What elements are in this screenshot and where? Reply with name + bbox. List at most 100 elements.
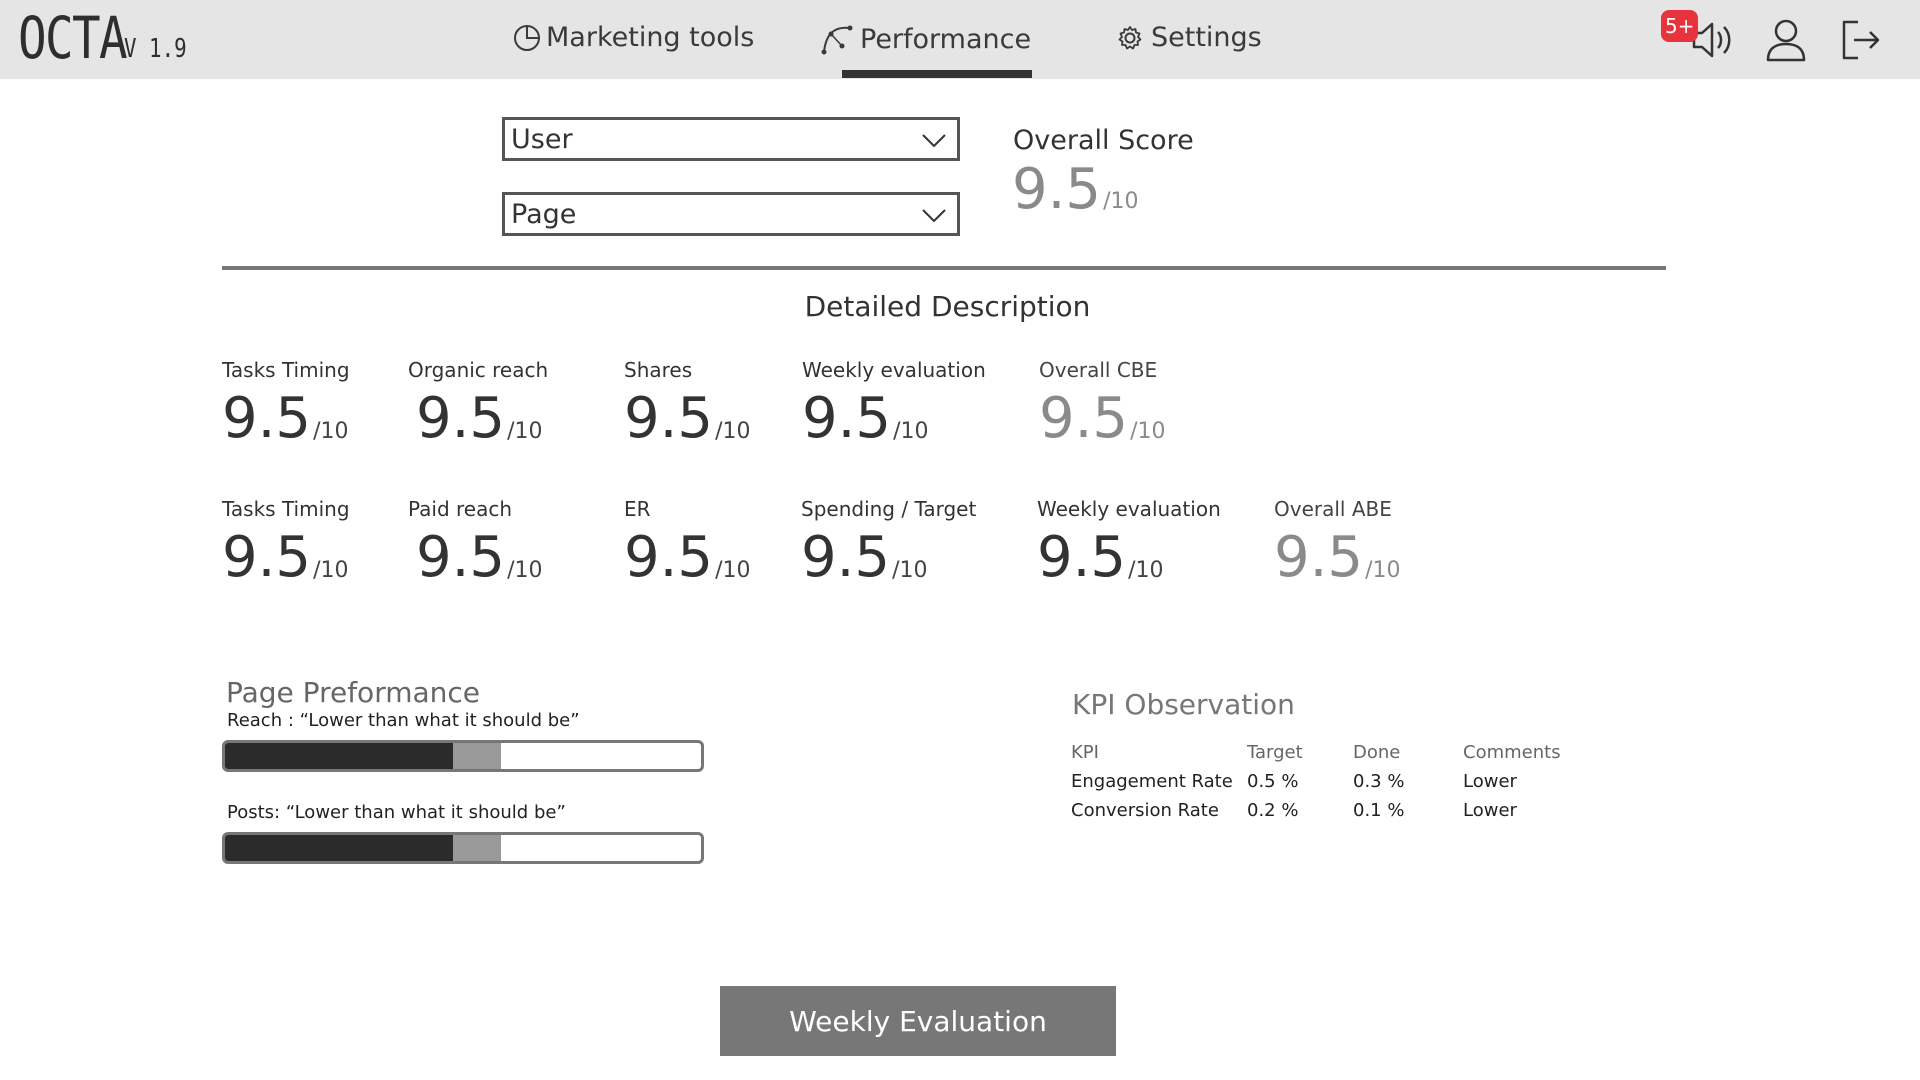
metric-unit: /10 [893,419,929,444]
metric-value: 9.5 [222,525,312,590]
notification-badge[interactable]: 5+ [1661,10,1699,42]
metric-value: 9.5 [1037,525,1127,590]
kpi-cell: 0.3 % [1353,771,1405,792]
page-select-value: Page [511,198,577,230]
kpi-header-cell: Comments [1463,742,1561,763]
nav-performance[interactable]: Performance [820,22,1031,56]
kpi-cell: 0.1 % [1353,800,1405,821]
metric-tasks-timing: Tasks Timing 9.5/10 [222,358,350,448]
kpi-cell: Lower [1463,800,1517,821]
posts-bar-label: Posts: “Lower than what it should be” [227,802,566,823]
chevron-down-icon [922,209,946,223]
nav-active-indicator [842,70,1032,78]
table-row: Conversion Rate 0.2 % 0.1 % Lower [1071,796,1583,825]
progress-fill [225,743,454,769]
kpi-cell: Lower [1463,771,1517,792]
metric-value: 9.5 [416,386,506,451]
curve-tool-icon [821,25,853,55]
metric-unit: /10 [313,419,349,444]
metric-er: ER 9.5/10 [624,497,750,587]
user-icon[interactable] [1764,16,1808,68]
metric-shares: Shares 9.5/10 [624,358,750,448]
metric-unit: /10 [1365,558,1401,583]
posts-progress-bar [222,832,704,864]
metric-label: Organic reach [408,358,549,382]
metric-overall-abe: Overall ABE 9.5/10 [1274,497,1400,587]
kpi-header-cell: Target [1247,742,1303,763]
kpi-header-cell: Done [1353,742,1401,763]
metric-value: 9.5 [801,525,891,590]
metric-label: Weekly evaluation [802,358,986,382]
reach-progress-bar [222,740,704,772]
metric-unit: /10 [715,419,751,444]
kpi-cell: Engagement Rate [1071,771,1233,792]
gear-icon [1118,25,1142,49]
kpi-cell: 0.5 % [1247,771,1299,792]
kpi-cell: 0.2 % [1247,800,1299,821]
top-bar: OCTA V 1.9 Marketing tools Performance S… [0,0,1920,79]
app-logo: OCTA V 1.9 [18,8,202,68]
chevron-down-icon [922,134,946,148]
metric-weekly-evaluation-2: Weekly evaluation 9.5/10 [1037,497,1221,587]
page-select[interactable]: Page [502,192,960,236]
metric-overall-cbe: Overall CBE 9.5/10 [1039,358,1165,448]
metric-value: 9.5 [1274,525,1364,590]
metric-label: Tasks Timing [222,358,350,382]
metric-tasks-timing-2: Tasks Timing 9.5/10 [222,497,350,587]
progress-secondary-fill [453,835,502,861]
metric-weekly-evaluation: Weekly evaluation 9.5/10 [802,358,986,448]
metric-unit: /10 [892,558,928,583]
section-divider [222,266,1666,270]
page-performance-title: Page Preformance [226,676,481,709]
metric-unit: /10 [507,419,543,444]
metric-label: Overall ABE [1274,497,1392,521]
logout-icon[interactable] [1838,16,1882,68]
metric-paid-reach: Paid reach 9.5/10 [408,497,542,587]
nav-settings[interactable]: Settings [1113,22,1262,53]
app-version: V 1.9 [123,34,187,64]
overall-score-value: 9.5 [1012,157,1102,222]
progress-fill [225,835,454,861]
app-name: OCTA [18,4,128,72]
kpi-table: KPI Target Done Comments Engagement Rate… [1071,738,1583,825]
kpi-observation-title: KPI Observation [1072,688,1295,721]
pie-chart-icon [514,24,540,51]
kpi-cell: Conversion Rate [1071,800,1219,821]
nav-marketing-label: Marketing tools [546,22,755,53]
metric-unit: /10 [715,558,751,583]
metric-label: Weekly evaluation [1037,497,1221,521]
metric-unit: /10 [1130,419,1166,444]
metric-spending-target: Spending / Target 9.5/10 [801,497,976,587]
nav-performance-label: Performance [860,23,1032,55]
overall-score: 9.5 /10 [1012,160,1138,220]
nav-marketing-tools[interactable]: Marketing tools [512,22,754,53]
metric-value: 9.5 [222,386,312,451]
weekly-evaluation-button[interactable]: Weekly Evaluation [720,986,1116,1056]
metric-value: 9.5 [624,525,714,590]
overall-score-unit: /10 [1103,189,1139,214]
metric-value: 9.5 [1039,386,1129,451]
metric-label: Overall CBE [1039,358,1158,382]
overall-score-title: Overall Score [1013,125,1194,156]
metric-organic-reach: Organic reach 9.5/10 [408,358,548,448]
detailed-description-title: Detailed Description [804,290,1091,323]
metric-label: Shares [624,358,693,382]
metric-value: 9.5 [802,386,892,451]
kpi-header-row: KPI Target Done Comments [1071,738,1583,767]
metric-value: 9.5 [416,525,506,590]
metric-label: Paid reach [408,497,513,521]
kpi-header-cell: KPI [1071,742,1099,763]
metric-label: Tasks Timing [222,497,350,521]
metric-label: ER [624,497,651,521]
nav-settings-label: Settings [1151,22,1262,53]
metric-value: 9.5 [624,386,714,451]
reach-bar-label: Reach : “Lower than what it should be” [227,710,580,731]
progress-secondary-fill [453,743,502,769]
table-row: Engagement Rate 0.5 % 0.3 % Lower [1071,767,1583,796]
user-select[interactable]: User [502,117,960,161]
metric-unit: /10 [313,558,349,583]
metric-unit: /10 [507,558,543,583]
user-select-value: User [511,123,573,155]
metric-label: Spending / Target [801,497,977,521]
metric-unit: /10 [1128,558,1164,583]
